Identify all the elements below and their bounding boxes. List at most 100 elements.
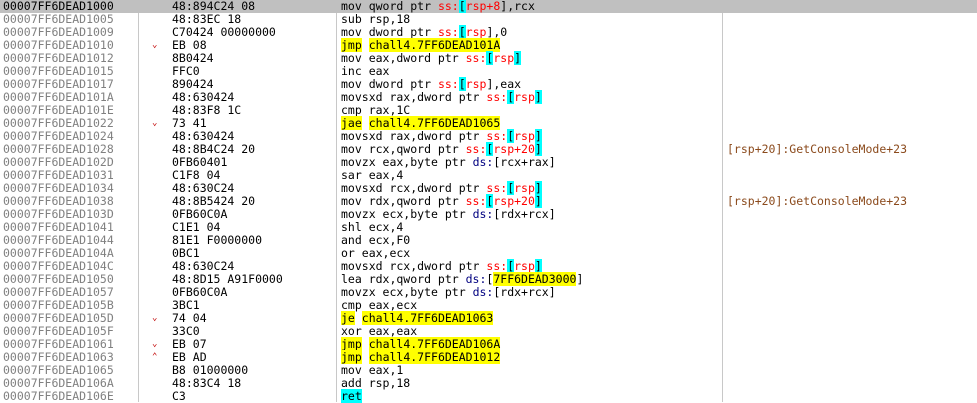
instruction-address[interactable]: 00007FF6DEAD106E (3, 390, 131, 403)
instruction-comment: [rsp+20]:GetConsoleMode+23 (727, 142, 908, 156)
instruction-token: ss: (486, 90, 508, 104)
instruction-token: lea rdx,qword ptr (341, 272, 466, 286)
instruction-token: ] (514, 51, 522, 65)
disasm-row[interactable]: 00007FF6DEAD1063 ⌃ EB AD jmp chall4.7FF6DEA… (0, 350, 977, 364)
instruction-text[interactable]: add rsp,18 (341, 377, 719, 390)
instruction-token: chall4.7FF6DEAD1065 (368, 116, 501, 130)
instruction-comment (727, 169, 975, 182)
instruction-token: chall4.7FF6DEAD1012 (368, 350, 501, 364)
instruction-token: ds: (472, 207, 494, 221)
instruction-token: sar eax,4 (341, 168, 404, 182)
instruction-token (362, 337, 369, 351)
instruction-token: ss: (437, 77, 459, 91)
instruction-token: add rsp,18 (341, 376, 411, 390)
instruction-token: jmp (341, 337, 362, 351)
jump-arrow-slot (152, 221, 164, 234)
jump-arrow-slot (152, 78, 164, 91)
instruction-token: rsp (514, 90, 535, 104)
instruction-token: chall4.7FF6DEAD106A (368, 337, 501, 351)
instruction-token: shl ecx,4 (341, 220, 404, 234)
instruction-comment (727, 156, 975, 169)
instruction-comment (727, 299, 975, 312)
instruction-token: ] (534, 129, 542, 143)
instruction-token: ] (534, 90, 542, 104)
instruction-comment (727, 364, 975, 377)
instruction-token: rsp+20 (493, 194, 535, 208)
instruction-token: ss: (437, 25, 459, 39)
instruction-token: ds: (472, 285, 494, 299)
instruction-token: xor eax,eax (341, 324, 418, 338)
jump-arrow-slot (152, 156, 164, 169)
instruction-token: inc eax (341, 64, 390, 78)
instruction-token: [rdx+rcx] (493, 285, 556, 299)
instruction-token: rsp (514, 181, 535, 195)
instruction-token: cmp rax,1C (341, 103, 411, 117)
instruction-token: rsp (514, 129, 535, 143)
instruction-comment (727, 390, 975, 403)
disasm-row[interactable]: 00007FF6DEAD106A 48:83C4 18 add rsp,18 (0, 377, 977, 390)
instruction-comment (727, 338, 975, 351)
disasm-row[interactable]: 00007FF6DEAD101A 48:630424 movsxd rax,dwor… (0, 90, 977, 104)
instruction-token: ss: (465, 51, 487, 65)
jump-arrow-slot (152, 364, 164, 377)
instruction-token: movzx ecx,byte ptr (341, 285, 473, 299)
instruction-token: ds: (465, 272, 487, 286)
instruction-bytes: 48:83C4 18 (172, 376, 242, 390)
instruction-token: ss: (465, 194, 487, 208)
jump-arrow-slot (152, 0, 164, 13)
instruction-token: ] (534, 259, 542, 273)
instruction-token: movzx ecx,byte ptr (341, 207, 473, 221)
jump-arrow-slot (152, 65, 164, 78)
disasm-row[interactable]: 00007FF6DEAD1057 0FB60C0A movzx ecx,byte p… (0, 286, 977, 299)
instruction-token: movsxd rcx,dword ptr (341, 181, 487, 195)
instruction-text[interactable]: mov eax,dword ptr ss:[rsp] (341, 51, 719, 65)
disasm-row[interactable]: 00007FF6DEAD106E C3 ret (0, 389, 977, 403)
instruction-token: and ecx,F0 (341, 233, 411, 247)
instruction-token: jmp (341, 38, 362, 52)
instruction-token: ds: (472, 155, 494, 169)
instruction-token: movzx eax,byte ptr (341, 155, 473, 169)
jump-arrow-slot (152, 299, 164, 312)
instruction-token: je (341, 311, 355, 325)
instruction-token: [ (458, 0, 466, 13)
instruction-token: movsxd rax,dword ptr (341, 90, 487, 104)
instruction-token: 7FF6DEAD3000 (493, 272, 577, 286)
disasm-row[interactable]: 00007FF6DEAD1000 48:894C24 08 mov qword pt… (0, 0, 977, 13)
disasm-row[interactable]: 00007FF6DEAD1044 81E1 F0000000 and ecx,F0 (0, 234, 977, 247)
instruction-text[interactable]: ret (341, 389, 719, 403)
instruction-comment (727, 52, 975, 65)
jump-arrow-icon: ⌄ (152, 339, 158, 349)
disasm-row[interactable]: 00007FF6DEAD103D 0FB60C0A movzx ecx,byte p… (0, 208, 977, 221)
jump-arrow-slot (152, 286, 164, 299)
disasm-row[interactable]: 00007FF6DEAD1041 C1E1 04 shl ecx,4 (0, 221, 977, 234)
disassembly-view[interactable]: 00007FF6DEAD1000 48:894C24 08 mov qword pt… (0, 0, 977, 403)
instruction-token: rsp (465, 25, 487, 39)
instruction-comment (727, 377, 975, 390)
instruction-comment (727, 117, 975, 130)
instruction-comment (727, 247, 975, 260)
instruction-token (362, 38, 369, 52)
disasm-row[interactable]: 00007FF6DEAD102D 0FB60401 movzx eax,byte p… (0, 156, 977, 169)
instruction-token: or eax,ecx (341, 246, 411, 260)
instruction-token: ss: (486, 259, 508, 273)
instruction-comment (727, 26, 975, 39)
instruction-comment (727, 260, 975, 273)
instruction-comment (727, 312, 975, 325)
jump-arrow-slot (152, 390, 164, 403)
instruction-token: rsp (465, 77, 487, 91)
jump-arrow-slot (152, 26, 164, 39)
disasm-row[interactable]: 00007FF6DEAD1012 8B0424 mov eax,dword ptr … (0, 51, 977, 65)
instruction-comment (727, 273, 975, 286)
instruction-token: ],eax (486, 77, 522, 91)
instruction-token: ss: (486, 181, 508, 195)
instruction-token (362, 350, 369, 364)
instruction-comment: [rsp+20]:GetConsoleMode+23 (727, 194, 908, 208)
instruction-token: ] (576, 272, 584, 286)
jump-arrow-slot (152, 91, 164, 104)
disasm-row[interactable]: 00007FF6DEAD1065 B8 01000000 mov eax,1 (0, 364, 977, 377)
disasm-row[interactable]: 00007FF6DEAD105D ⌄ 74 04 je chall4.7FF6DEAD… (0, 311, 977, 325)
jump-arrow-slot (152, 130, 164, 143)
instruction-token: mov eax,dword ptr (341, 51, 466, 65)
instruction-token: ret (341, 389, 362, 403)
jump-arrow-slot (152, 260, 164, 273)
